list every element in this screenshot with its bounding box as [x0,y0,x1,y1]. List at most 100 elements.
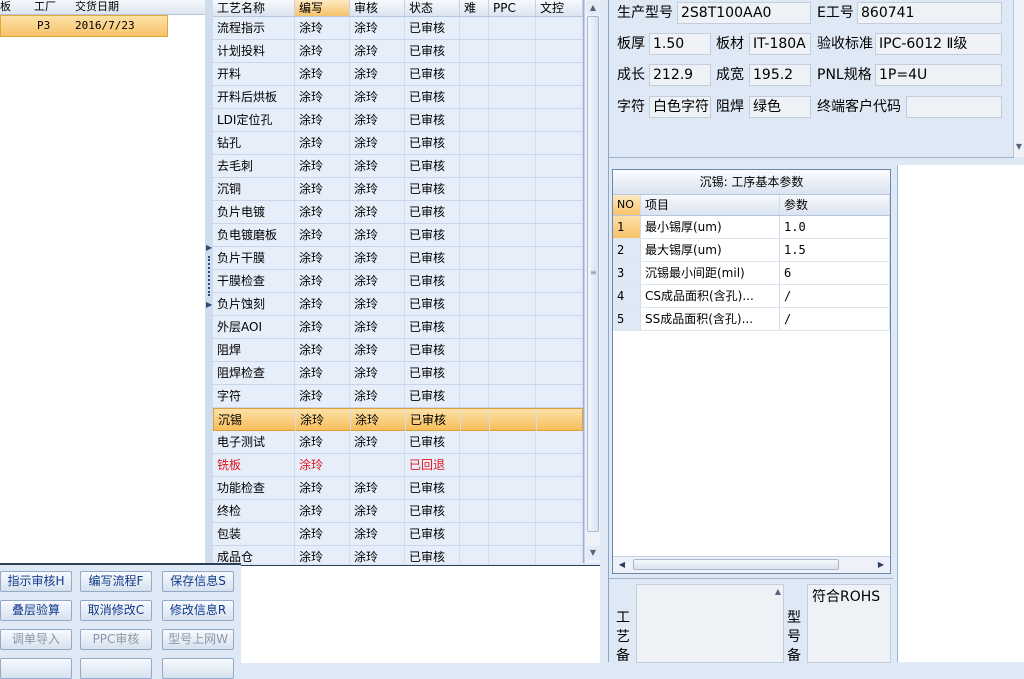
splitter-arrow-icon[interactable]: ▶ [206,244,212,252]
review-instruction-button[interactable]: 指示审核H [0,571,72,592]
process-row[interactable]: 阻焊检查 涂玲 涂玲 已审核 [213,362,583,385]
ppc-review-button[interactable]: PPC审核 [80,629,152,650]
splitter-grip-icon[interactable] [208,256,210,296]
scroll-down-icon[interactable]: ▼ [586,546,600,560]
save-info-button[interactable]: 保存信息S [162,571,234,592]
col-doc-control[interactable]: 文控 [536,0,583,16]
process-status: 已审核 [405,224,460,246]
col-reviewer[interactable]: 审核 [350,0,405,16]
process-ppc [489,523,536,545]
stack-verify-button[interactable]: 叠层验算 [0,600,72,621]
col-board[interactable]: 板 [0,0,11,14]
process-row[interactable]: 去毛刺 涂玲 涂玲 已审核 [213,155,583,178]
process-reviewer: 涂玲 [350,362,405,384]
process-row-selected[interactable]: 沉锡 涂玲 涂玲 已审核 [213,408,583,431]
param-row[interactable]: 2 最大锡厚(um) 1.5 [613,239,890,262]
process-row[interactable]: 负片蚀刻 涂玲 涂玲 已审核 [213,293,583,316]
param-row[interactable]: 3 沉锡最小间距(mil) 6 [613,262,890,285]
process-ppc [489,178,536,200]
param-row[interactable]: 4 CS成品面积(含孔)... / [613,285,890,308]
process-row[interactable]: 计划投料 涂玲 涂玲 已审核 [213,40,583,63]
process-writer: 涂玲 [295,178,350,200]
process-difficulty [460,293,489,315]
process-row[interactable]: 外层AOI 涂玲 涂玲 已审核 [213,316,583,339]
process-difficulty [460,63,489,85]
process-status: 已审核 [405,316,460,338]
process-remark-field[interactable]: ▲ [636,584,784,663]
extra-button[interactable] [80,658,152,679]
param-row[interactable]: 1 最小锡厚(um) 1.0 [613,216,890,239]
width-field[interactable]: 195.2 [749,64,811,86]
model-field[interactable]: 2S8T100AA0 [677,2,811,24]
scroll-thumb[interactable]: ≡ [587,16,599,532]
process-doc-control [536,247,583,269]
process-writer: 涂玲 [295,109,350,131]
length-field[interactable]: 212.9 [649,64,711,86]
e-no-field[interactable]: 860741 [857,2,1002,24]
process-row[interactable]: 字符 涂玲 涂玲 已审核 [213,385,583,408]
col-no[interactable]: NO [613,195,641,215]
process-row[interactable]: LDI定位孔 涂玲 涂玲 已审核 [213,109,583,132]
col-writer[interactable]: 编写 [295,0,350,16]
process-name: 沉铜 [213,178,295,200]
write-process-button[interactable]: 编写流程F [80,571,152,592]
model-upload-button[interactable]: 型号上网W [162,629,234,650]
param-row[interactable]: 5 SS成品面积(含孔)... / [613,308,890,331]
import-order-button[interactable]: 调单导入 [0,629,72,650]
info-scrollbar[interactable]: ▼ [1013,0,1024,157]
process-row[interactable]: 电子测试 涂玲 涂玲 已审核 [213,431,583,454]
col-value[interactable]: 参数 [780,195,890,215]
splitter-arrow-icon[interactable]: ▶ [206,301,212,309]
cancel-modify-button[interactable]: 取消修改C [80,600,152,621]
scroll-left-icon[interactable]: ◀ [615,558,629,572]
process-row[interactable]: 负片干膜 涂玲 涂玲 已审核 [213,247,583,270]
pnl-field[interactable]: 1P=4U [875,64,1002,86]
process-doc-control [536,477,583,499]
process-row[interactable]: 干膜检查 涂玲 涂玲 已审核 [213,270,583,293]
center-divider[interactable] [600,0,609,662]
process-ppc [490,409,537,431]
scroll-thumb[interactable] [633,559,839,570]
process-row[interactable]: 功能检查 涂玲 涂玲 已审核 [213,477,583,500]
process-row[interactable]: 阻焊 涂玲 涂玲 已审核 [213,339,583,362]
char-label: 字符 [617,99,645,115]
model-remark-field[interactable]: 符合ROHS [807,584,891,663]
process-row[interactable]: 流程指示 涂玲 涂玲 已审核 [213,17,583,40]
col-process-name[interactable]: 工艺名称 [213,0,295,16]
scroll-up-icon[interactable]: ▲ [775,587,781,596]
process-ppc [489,293,536,315]
process-row[interactable]: 铣板 涂玲 已回退 [213,454,583,477]
process-grid-scrollbar[interactable]: ▲ ≡ ▼ [584,0,601,563]
order-row-selected[interactable]: P3 2016/7/23 [0,15,168,37]
col-difficulty[interactable]: 难 [460,0,489,16]
char-field[interactable]: 白色字符 [649,96,711,118]
scroll-down-icon[interactable]: ▼ [1014,140,1024,154]
material-field[interactable]: IT-180A [749,33,811,55]
col-item[interactable]: 项目 [641,195,780,215]
process-row[interactable]: 负片电镀 涂玲 涂玲 已审核 [213,201,583,224]
customer-field[interactable] [906,96,1002,118]
scroll-right-icon[interactable]: ▶ [874,558,888,572]
params-hscrollbar[interactable]: ◀ ▶ [613,556,890,573]
process-row[interactable]: 包装 涂玲 涂玲 已审核 [213,523,583,546]
col-factory[interactable]: 工厂 [34,0,56,14]
process-row[interactable]: 沉铜 涂玲 涂玲 已审核 [213,178,583,201]
standard-field[interactable]: IPC-6012 Ⅱ级 [875,33,1002,55]
panel-splitter[interactable]: ▶ ▶ [205,0,213,563]
scroll-up-icon[interactable]: ▲ [586,1,600,15]
process-row[interactable]: 钻孔 涂玲 涂玲 已审核 [213,132,583,155]
col-status[interactable]: 状态 [405,0,460,16]
extra-button[interactable] [162,658,234,679]
process-ppc [489,454,536,476]
process-row[interactable]: 负电镀磨板 涂玲 涂玲 已审核 [213,224,583,247]
modify-info-button[interactable]: 修改信息R [162,600,234,621]
process-row[interactable]: 终检 涂玲 涂玲 已审核 [213,500,583,523]
mask-field[interactable]: 绿色 [749,96,811,118]
process-row[interactable]: 开料 涂玲 涂玲 已审核 [213,63,583,86]
thickness-field[interactable]: 1.50 [649,33,711,55]
col-delivery-date[interactable]: 交货日期 [75,0,119,14]
col-ppc[interactable]: PPC [489,0,536,16]
process-row[interactable]: 成品仓 涂玲 涂玲 已审核 [213,546,583,563]
process-row[interactable]: 开料后烘板 涂玲 涂玲 已审核 [213,86,583,109]
extra-button[interactable] [0,658,72,679]
